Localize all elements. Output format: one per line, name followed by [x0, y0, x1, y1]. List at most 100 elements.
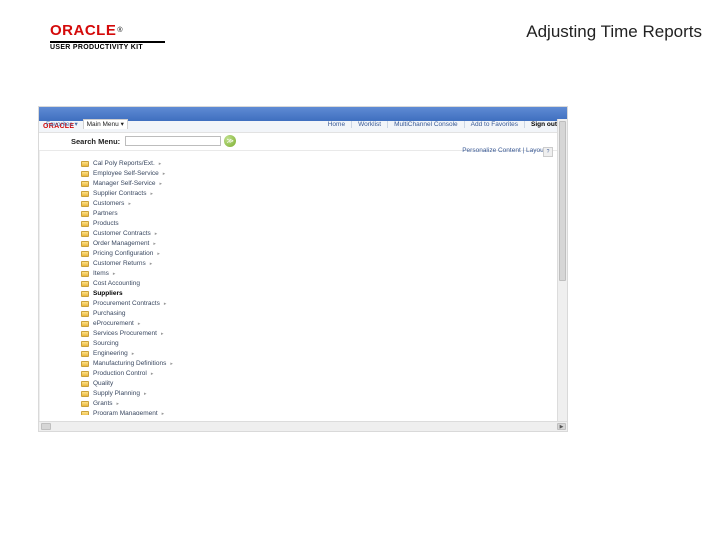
menu-item-label: Manager Self-Service [93, 179, 156, 189]
menu-item-label: Production Control [93, 369, 147, 379]
menu-item-label: Employee Self-Service [93, 169, 159, 179]
folder-icon [81, 171, 89, 177]
folder-icon [81, 381, 89, 387]
folder-icon [81, 361, 89, 367]
menu-item[interactable]: Partners [79, 209, 561, 219]
menu-item-label: Program Management [93, 409, 158, 415]
menu-item-label: Customers [93, 199, 124, 209]
vertical-scroll-thumb[interactable] [559, 121, 566, 281]
menu-item-label: Customer Returns [93, 259, 146, 269]
menu-item[interactable]: Purchasing [79, 309, 561, 319]
menu-item[interactable]: Manager Self-Service ▸ [79, 179, 561, 189]
menu-item[interactable]: Customer Returns ▸ [79, 259, 561, 269]
header-links: Home Worklist MultiChannel Console Add t… [328, 121, 563, 128]
menu-item-label: Procurement Contracts [93, 299, 160, 309]
search-input[interactable] [125, 136, 221, 146]
folder-icon [81, 331, 89, 337]
menu-item-label: Purchasing [93, 309, 126, 319]
menu-item[interactable]: Production Control ▸ [79, 369, 561, 379]
menu-item-label: Manufacturing Definitions [93, 359, 166, 369]
submenu-arrow-icon: ▸ [161, 329, 164, 339]
menu-item[interactable]: Pricing Configuration ▸ [79, 249, 561, 259]
menu-item[interactable]: Customers▸ [79, 199, 561, 209]
brand-trademark: ® [117, 27, 122, 34]
menu-item-label: Supply Planning [93, 389, 140, 399]
menu-item[interactable]: Order Management▸ [79, 239, 561, 249]
menu-item-label: Quality [93, 379, 113, 389]
menu-item-label: Engineering [93, 349, 128, 359]
folder-icon [81, 371, 89, 377]
submenu-arrow-icon: ▸ [117, 399, 120, 409]
submenu-arrow-icon: ▸ [170, 359, 173, 369]
link-add-favorites[interactable]: Add to Favorites [471, 121, 525, 128]
slide-header: ORACLE ® USER PRODUCTIVITY KIT Adjusting… [50, 22, 702, 51]
tab-favorites[interactable]: Favorites ▾ [43, 120, 81, 129]
menu-item[interactable]: Products [79, 219, 561, 229]
submenu-arrow-icon: ▸ [150, 189, 153, 199]
link-home[interactable]: Home [328, 121, 352, 128]
menu-item[interactable]: Customer Contracts ▸ [79, 229, 561, 239]
app-window: Favorites ▾ Main Menu ▾ Home Worklist Mu… [38, 106, 568, 432]
menu-item[interactable]: Grants ▸ [79, 399, 561, 409]
menu-item[interactable]: Items▸ [79, 269, 561, 279]
scroll-right-arrow-icon[interactable]: ▶ [557, 423, 566, 430]
menu-item[interactable]: Quality [79, 379, 561, 389]
menu-item[interactable]: Program Management▸ [79, 409, 561, 415]
folder-icon [81, 231, 89, 237]
folder-icon [81, 251, 89, 257]
menu-item-label: Customer Contracts [93, 229, 151, 239]
menu-item[interactable]: Cal Poly Reports/Ext.▸ [79, 159, 561, 169]
menu-item[interactable]: Procurement Contracts ▸ [79, 299, 561, 309]
folder-icon [81, 161, 89, 167]
folder-icon [81, 181, 89, 187]
link-multichannel[interactable]: MultiChannel Console [394, 121, 465, 128]
folder-icon [81, 341, 89, 347]
menu-item[interactable]: Employee Self-Service ▸ [79, 169, 561, 179]
submenu-arrow-icon: ▸ [150, 259, 153, 269]
folder-icon [81, 211, 89, 217]
menu-item[interactable]: Sourcing [79, 339, 561, 349]
menu-item[interactable]: Supplier Contracts ▸ [79, 189, 561, 199]
brand-divider [50, 41, 165, 43]
tab-main-menu[interactable]: Main Menu ▾ [83, 119, 128, 129]
slide-title: Adjusting Time Reports [526, 22, 702, 42]
help-icon[interactable]: ? [543, 147, 553, 157]
menu-item-label: eProcurement [93, 319, 134, 329]
menu-item-label: Pricing Configuration [93, 249, 153, 259]
nav-tabs: Favorites ▾ Main Menu ▾ [43, 120, 128, 128]
link-worklist[interactable]: Worklist [358, 121, 388, 128]
submenu-arrow-icon: ▸ [157, 249, 160, 259]
folder-icon [81, 301, 89, 307]
submenu-arrow-icon: ▸ [153, 239, 156, 249]
submenu-arrow-icon: ▸ [160, 179, 163, 189]
submenu-arrow-icon: ▸ [155, 229, 158, 239]
vertical-scrollbar[interactable] [557, 119, 567, 421]
folder-icon [81, 321, 89, 327]
menu-item[interactable]: Supply Planning▸ [79, 389, 561, 399]
menu-item[interactable]: Suppliers [79, 289, 561, 299]
horizontal-scroll-thumb[interactable] [41, 423, 51, 430]
menu-content: Personalize Content | Layout ? Cal Poly … [79, 147, 561, 415]
folder-icon [81, 271, 89, 277]
folder-icon [81, 411, 89, 415]
submenu-arrow-icon: ▸ [164, 299, 167, 309]
horizontal-scrollbar[interactable]: ▶ [39, 421, 567, 431]
menu-item[interactable]: Cost Accounting [79, 279, 561, 289]
folder-icon [81, 291, 89, 297]
menu-item[interactable]: Manufacturing Definitions ▸ [79, 359, 561, 369]
search-go-button[interactable]: ≫ [224, 135, 236, 147]
menu-item[interactable]: Services Procurement▸ [79, 329, 561, 339]
personalize-label: Personalize Content | Layout [462, 147, 545, 154]
search-label: Search Menu: [71, 137, 120, 146]
menu-item-label: Supplier Contracts [93, 189, 146, 199]
menu-item-label: Grants [93, 399, 113, 409]
submenu-arrow-icon: ▸ [163, 169, 166, 179]
menu-item[interactable]: eProcurement▸ [79, 319, 561, 329]
submenu-arrow-icon: ▸ [113, 269, 116, 279]
folder-icon [81, 311, 89, 317]
brand-name: ORACLE [50, 22, 116, 39]
submenu-arrow-icon: ▸ [159, 159, 162, 169]
submenu-arrow-icon: ▸ [151, 369, 154, 379]
personalize-link[interactable]: Personalize Content | Layout ? [462, 147, 551, 154]
menu-item[interactable]: Engineering▸ [79, 349, 561, 359]
